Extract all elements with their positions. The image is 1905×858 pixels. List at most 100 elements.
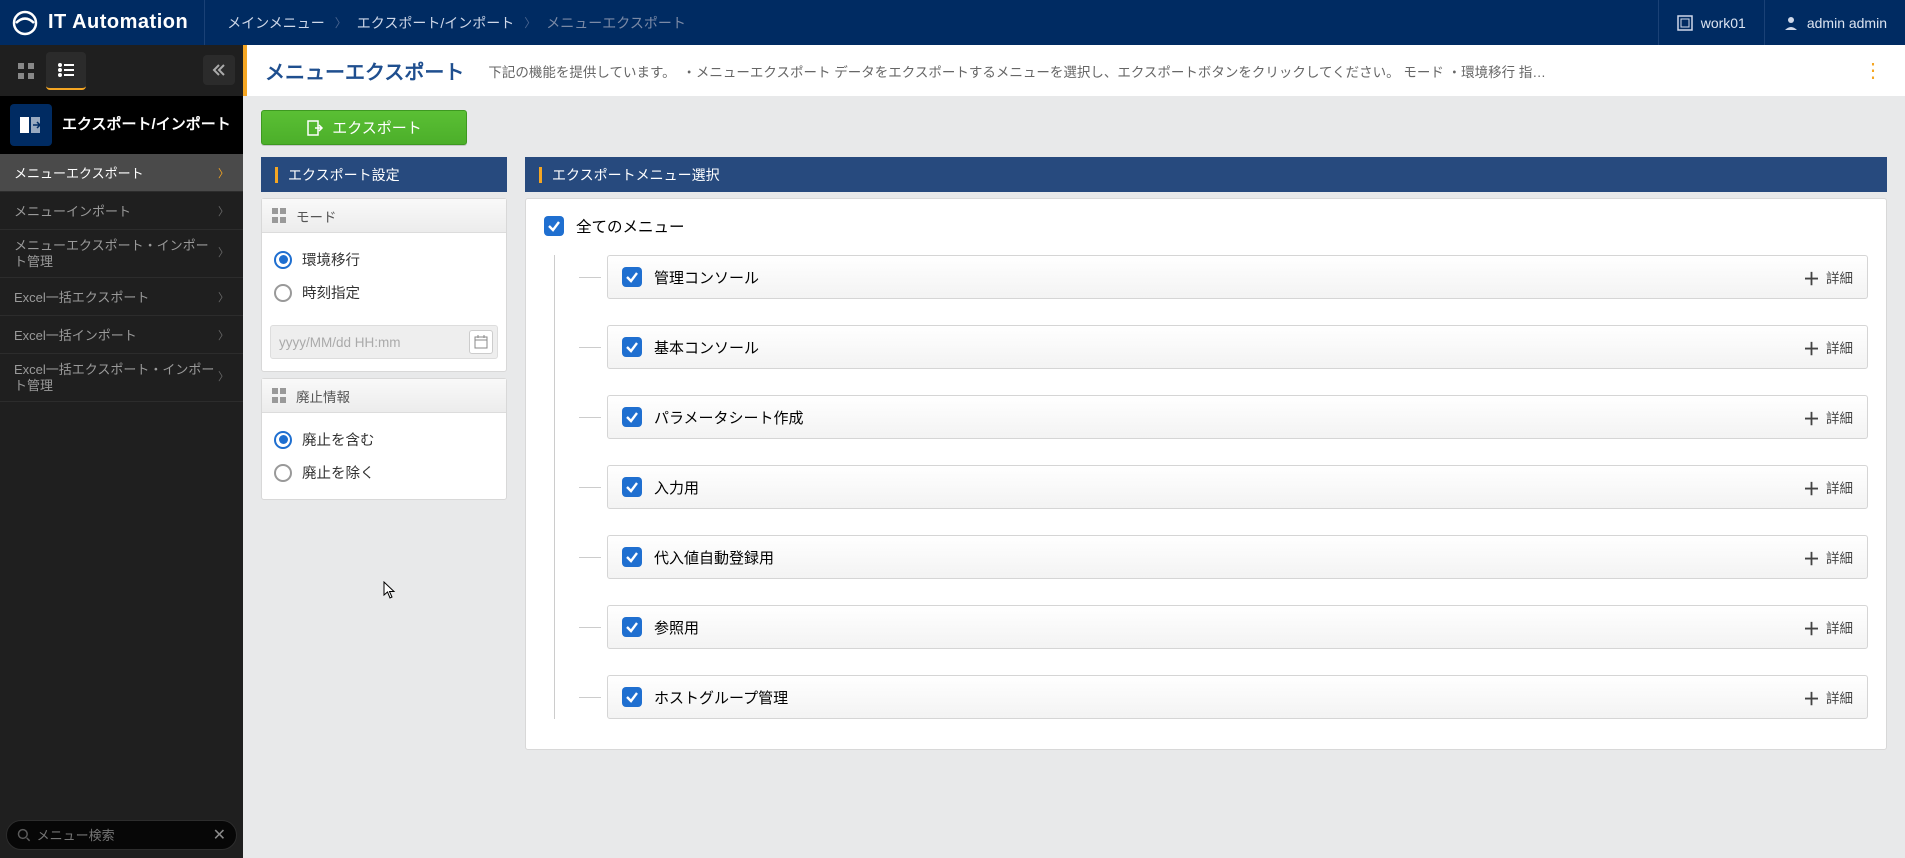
menu-group-label: 基本コンソール <box>654 337 1803 358</box>
plus-icon: ＋ <box>1803 615 1820 640</box>
menu-group-row[interactable]: 入力用＋詳細 <box>607 465 1868 509</box>
sidebar-item-0[interactable]: メニューエクスポート 〉 <box>0 154 243 192</box>
menu-group-row[interactable]: ホストグループ管理＋詳細 <box>607 675 1868 719</box>
sidebar-section-header: エクスポート/インポート <box>0 96 243 154</box>
checkbox-checked-icon[interactable] <box>622 267 642 287</box>
abolish-option-exclude[interactable]: 廃止を除く <box>270 456 498 489</box>
chevron-right-icon: 〉 <box>524 14 536 31</box>
logo-swirl-icon <box>10 8 40 38</box>
checkbox-checked-icon[interactable] <box>622 477 642 497</box>
grid-icon <box>17 62 35 80</box>
user-name: admin admin <box>1807 15 1887 31</box>
workspace-name: work01 <box>1701 15 1746 31</box>
sidebar-item-2[interactable]: メニューエクスポート・インポート管理〉 <box>0 230 243 278</box>
checkbox-checked-icon[interactable] <box>544 216 564 236</box>
plus-icon: ＋ <box>1803 545 1820 570</box>
more-menu-button[interactable]: ⋮ <box>1859 57 1887 85</box>
sidebar-search-input[interactable] <box>37 828 213 843</box>
menu-group-row[interactable]: 代入値自動登録用＋詳細 <box>607 535 1868 579</box>
plus-icon: ＋ <box>1803 475 1820 500</box>
product-logo[interactable]: IT Automation <box>0 8 204 38</box>
breadcrumb-item-0[interactable]: メインメニュー <box>227 13 325 33</box>
sidebar-item-1[interactable]: メニューインポート 〉 <box>0 192 243 230</box>
sidebar-item-label: Excel一括インポート <box>14 325 137 344</box>
chevron-right-icon: 〉 <box>218 165 229 181</box>
group-handle-icon <box>272 208 288 224</box>
breadcrumb: メインメニュー 〉 エクスポート/インポート 〉 メニューエクスポート <box>204 0 1658 45</box>
detail-expand-button[interactable]: ＋詳細 <box>1803 685 1853 710</box>
menu-group-label: 参照用 <box>654 617 1803 638</box>
checkbox-checked-icon[interactable] <box>622 407 642 427</box>
chevron-right-icon: 〉 <box>218 371 229 384</box>
menu-group-row[interactable]: 基本コンソール＋詳細 <box>607 325 1868 369</box>
detail-expand-button[interactable]: ＋詳細 <box>1803 405 1853 430</box>
detail-expand-button[interactable]: ＋詳細 <box>1803 265 1853 290</box>
plus-icon: ＋ <box>1803 335 1820 360</box>
sidebar-section-title: エクスポート/インポート <box>62 116 231 134</box>
plus-icon: ＋ <box>1803 265 1820 290</box>
sidebar-search[interactable]: ✕ <box>6 820 237 850</box>
menu-group-row[interactable]: 管理コンソール＋詳細 <box>607 255 1868 299</box>
radio-unchecked-icon <box>274 464 292 482</box>
menu-group-row[interactable]: 参照用＋詳細 <box>607 605 1868 649</box>
checkbox-checked-icon[interactable] <box>622 617 642 637</box>
workspace-selector[interactable]: work01 <box>1658 0 1764 45</box>
page-description: 下記の機能を提供しています。 ・メニューエクスポート データをエクスポートするメ… <box>488 61 1859 81</box>
chevron-right-icon: 〉 <box>218 289 229 305</box>
radio-unchecked-icon <box>274 284 292 302</box>
checkbox-checked-icon[interactable] <box>622 337 642 357</box>
sidebar-list-view-tab[interactable] <box>46 52 86 90</box>
menu-group-label: ホストグループ管理 <box>654 687 1803 708</box>
detail-expand-button[interactable]: ＋詳細 <box>1803 475 1853 500</box>
checkbox-checked-icon[interactable] <box>622 687 642 707</box>
abolish-option-include[interactable]: 廃止を含む <box>270 423 498 456</box>
breadcrumb-item-2: メニューエクスポート <box>546 13 686 33</box>
export-button-label: エクスポート <box>332 117 422 138</box>
user-menu[interactable]: admin admin <box>1764 0 1905 45</box>
sidebar-item-label: Excel一括エクスポート・インポート管理 <box>14 362 218 393</box>
sidebar-item-label: メニューエクスポート <box>14 163 144 182</box>
sidebar-item-label: Excel一括エクスポート <box>14 287 149 306</box>
export-settings-panel-title: エクスポート設定 <box>261 157 507 192</box>
tree-root-all-menus[interactable]: 全てのメニュー <box>544 215 1868 237</box>
sidebar-item-4[interactable]: Excel一括インポート 〉 <box>0 316 243 354</box>
chevron-right-icon: 〉 <box>218 247 229 260</box>
sidebar-collapse-button[interactable] <box>203 55 235 85</box>
user-icon <box>1783 15 1799 31</box>
menu-select-panel-title: エクスポートメニュー選択 <box>525 157 1887 192</box>
chevron-right-icon: 〉 <box>218 203 229 219</box>
page-title: メニューエクスポート <box>265 56 464 85</box>
datetime-placeholder: yyyy/MM/dd HH:mm <box>279 335 469 350</box>
plus-icon: ＋ <box>1803 685 1820 710</box>
group-handle-icon <box>272 388 288 404</box>
detail-expand-button[interactable]: ＋詳細 <box>1803 335 1853 360</box>
sidebar-grid-view-tab[interactable] <box>6 52 46 90</box>
sidebar-item-3[interactable]: Excel一括エクスポート 〉 <box>0 278 243 316</box>
sidebar-item-5[interactable]: Excel一括エクスポート・インポート管理〉 <box>0 354 243 402</box>
chevron-right-icon: 〉 <box>218 327 229 343</box>
radio-checked-icon <box>274 431 292 449</box>
calendar-icon[interactable] <box>469 330 493 354</box>
breadcrumb-item-1[interactable]: エクスポート/インポート <box>357 13 514 33</box>
product-name: IT Automation <box>48 11 188 34</box>
workspace-icon <box>1677 15 1693 31</box>
detail-expand-button[interactable]: ＋詳細 <box>1803 615 1853 640</box>
plus-icon: ＋ <box>1803 405 1820 430</box>
sidebar-item-label: メニューインポート <box>14 201 131 220</box>
mode-option-time[interactable]: 時刻指定 <box>270 276 498 309</box>
export-button[interactable]: エクスポート <box>261 110 467 145</box>
checkbox-checked-icon[interactable] <box>622 547 642 567</box>
datetime-input[interactable]: yyyy/MM/dd HH:mm <box>270 325 498 359</box>
menu-group-label: パラメータシート作成 <box>654 407 1803 428</box>
clear-icon[interactable]: ✕ <box>213 825 226 845</box>
menu-group-label: 管理コンソール <box>654 267 1803 288</box>
menu-group-row[interactable]: パラメータシート作成＋詳細 <box>607 395 1868 439</box>
sidebar-item-label: メニューエクスポート・インポート管理 <box>14 238 218 269</box>
menu-group-label: 代入値自動登録用 <box>654 547 1803 568</box>
chevron-right-icon: 〉 <box>335 14 347 31</box>
mode-option-env[interactable]: 環境移行 <box>270 243 498 276</box>
collapse-left-icon <box>212 63 226 77</box>
abolish-group-header: 廃止情報 <box>262 379 506 413</box>
list-icon <box>57 61 75 79</box>
detail-expand-button[interactable]: ＋詳細 <box>1803 545 1853 570</box>
